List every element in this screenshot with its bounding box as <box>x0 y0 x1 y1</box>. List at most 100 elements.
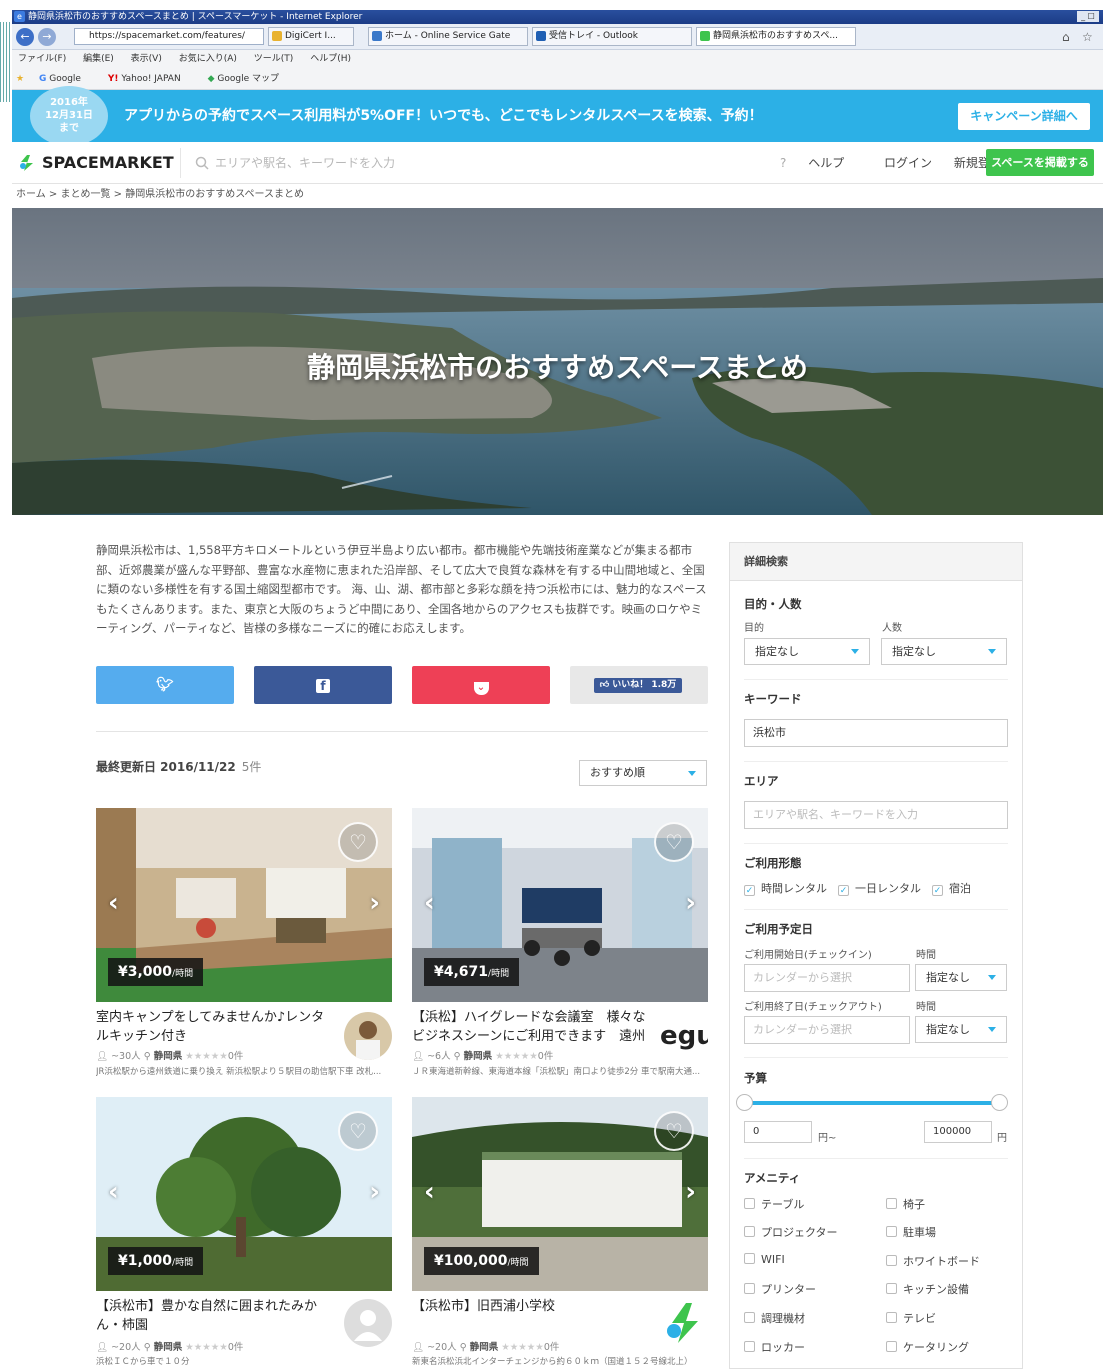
space-meta: 👤︎ ~20人 ⚲ 静岡県 ★★★★★0件 <box>412 1342 560 1353</box>
tab-favicon-icon <box>372 31 382 41</box>
usage-hourly-checkbox[interactable]: ✓ 時間レンタル <box>744 880 827 896</box>
amenity-chair-checkbox[interactable]: 椅子 <box>886 1196 925 1212</box>
browser-nav-bar: ← → https://spacemarket.com/features/ Di… <box>12 24 1103 50</box>
menu-file[interactable]: ファイル(F) <box>18 50 66 68</box>
amenity-whiteboard-checkbox[interactable]: ホワイトボード <box>886 1253 980 1269</box>
checkin-date-input[interactable]: カレンダーから選択 <box>744 964 910 992</box>
campaign-text: アプリからの予約でスペース利用料が5%OFF！いつでも、どこでもレンタルスペース… <box>124 108 763 124</box>
menu-edit[interactable]: 編集(E) <box>83 50 114 68</box>
people-select[interactable]: 指定なし <box>881 638 1007 665</box>
breadcrumb-home[interactable]: ホーム <box>16 189 46 200</box>
menu-help[interactable]: ヘルプ(H) <box>310 50 351 68</box>
help-link[interactable]: ? ヘルプ <box>780 156 862 170</box>
checkout-date-input[interactable]: カレンダーから選択 <box>744 1016 910 1044</box>
favorite-heart-icon[interactable]: ♡ <box>338 1111 378 1151</box>
budget-min-input[interactable]: 0 <box>744 1121 812 1143</box>
fav-yahoo[interactable]: Y! Yahoo! JAPAN <box>108 68 193 90</box>
amenity-catering-checkbox[interactable]: ケータリング <box>886 1339 969 1355</box>
forward-icon[interactable]: → <box>38 28 56 46</box>
budget-min-handle[interactable] <box>736 1094 753 1111</box>
list-space-button[interactable]: スペースを掲載する <box>986 149 1094 176</box>
yen-label: 円 <box>997 1133 1007 1144</box>
area-input[interactable]: エリアや駅名、キーワードを入力 <box>744 801 1008 829</box>
tab-spacemarket-active[interactable]: 静岡県浜松市のおすすめスペ... <box>696 27 856 46</box>
checkin-time-select[interactable]: 指定なし <box>915 964 1007 991</box>
home-icon[interactable]: ⌂ <box>1062 30 1070 44</box>
usage-stay-checkbox[interactable]: ✓ 宿泊 <box>932 880 971 896</box>
breadcrumb-collections[interactable]: まとめ一覧 <box>60 189 110 200</box>
divider <box>96 731 708 732</box>
fav-google-maps[interactable]: ◆ Google マップ <box>208 68 291 90</box>
menu-view[interactable]: 表示(V) <box>131 50 162 68</box>
back-icon[interactable]: ← <box>16 28 34 46</box>
amenity-cooking-checkbox[interactable]: 調理機材 <box>744 1310 805 1326</box>
divider <box>744 761 1008 762</box>
cert-indicator[interactable]: DigiCert I... <box>268 27 354 46</box>
space-photo[interactable]: ‹ › ♡ ¥1,000/時間 <box>96 1097 392 1291</box>
amenity-parking-checkbox[interactable]: 駐車場 <box>886 1224 936 1240</box>
space-photo[interactable]: ‹ › ♡ ¥3,000/時間 <box>96 808 392 1002</box>
budget-max-handle[interactable] <box>991 1094 1008 1111</box>
space-photo[interactable]: ‹ › ♡ ¥100,000/時間 <box>412 1097 708 1291</box>
login-link[interactable]: ログイン <box>884 156 932 170</box>
menu-favorites[interactable]: お気に入り(A) <box>179 50 237 68</box>
next-photo-icon[interactable]: › <box>369 888 380 918</box>
space-title[interactable]: 【浜松】ハイグレードな会議室 様々なビジネスシーンにご利用できます 遠州 <box>412 1008 652 1046</box>
favorite-heart-icon[interactable]: ♡ <box>338 822 378 862</box>
address-bar[interactable]: https://spacemarket.com/features/ <box>74 28 264 45</box>
usage-daily-checkbox[interactable]: ✓ 一日レンタル <box>838 880 921 896</box>
menu-tools[interactable]: ツール(T) <box>254 50 294 68</box>
space-photo[interactable]: ‹ › ♡ ¥4,671/時間 <box>412 808 708 1002</box>
keyword-input[interactable]: 浜松市 <box>744 719 1008 747</box>
space-card[interactable]: ‹ › ♡ ¥4,671/時間 【浜松】ハイグレードな会議室 様々なビジネスシー… <box>412 808 708 1088</box>
space-title[interactable]: 室内キャンプをしてみませんか♪レンタルキッチン付き <box>96 1008 336 1046</box>
prev-photo-icon[interactable]: ‹ <box>108 888 119 918</box>
amenity-printer-checkbox[interactable]: プリンター <box>744 1281 816 1297</box>
next-photo-icon[interactable]: › <box>685 1177 696 1207</box>
amenity-table-checkbox[interactable]: テーブル <box>744 1196 804 1212</box>
outlook-icon <box>536 31 546 41</box>
prev-photo-icon[interactable]: ‹ <box>424 888 435 918</box>
favorite-heart-icon[interactable]: ♡ <box>654 822 694 862</box>
purpose-heading: 目的・人数 <box>744 597 802 611</box>
budget-max-input[interactable]: 100000 <box>924 1121 992 1143</box>
budget-slider[interactable] <box>736 1094 1008 1111</box>
next-photo-icon[interactable]: › <box>369 1177 380 1207</box>
spacemarket-logo[interactable]: SPACEMARKET <box>18 150 174 176</box>
favorite-heart-icon[interactable]: ♡ <box>654 1111 694 1151</box>
favorites-star-icon[interactable]: ☆ <box>1082 30 1093 44</box>
checkout-time-select[interactable]: 指定なし <box>915 1016 1007 1043</box>
pocket-share-button[interactable]: ⌄ <box>412 666 550 704</box>
space-title[interactable]: 【浜松市】豊かな自然に囲まれたみかん・柿園 <box>96 1297 336 1335</box>
twitter-share-button[interactable]: 🐦︎ <box>96 666 234 704</box>
search-icon <box>195 156 209 170</box>
next-photo-icon[interactable]: › <box>685 888 696 918</box>
tab-outlook[interactable]: 受信トレイ - Outlook <box>532 27 692 46</box>
hero-title: 静岡県浜松市のおすすめスペースまとめ <box>307 351 808 384</box>
sort-select[interactable]: おすすめ順 <box>579 760 707 786</box>
space-card[interactable]: ‹ › ♡ ¥1,000/時間 【浜松市】豊かな自然に囲まれたみかん・柿園 👤︎… <box>96 1097 392 1369</box>
date-heading: ご利用予定日 <box>744 922 813 936</box>
campaign-details-button[interactable]: キャンペーン詳細へ <box>958 103 1090 130</box>
tab-online-service[interactable]: ホーム - Online Service Gate <box>368 27 528 46</box>
facebook-share-button[interactable]: f <box>254 666 392 704</box>
amenity-kitchen-checkbox[interactable]: キッチン設備 <box>886 1281 969 1297</box>
space-meta: 👤︎ ~20人 ⚲ 静岡県 ★★★★★0件 <box>96 1342 244 1353</box>
prev-photo-icon[interactable]: ‹ <box>108 1177 119 1207</box>
checkout-time-label: 時間 <box>916 1002 936 1013</box>
amenity-tv-checkbox[interactable]: テレビ <box>886 1310 936 1326</box>
site-search-input[interactable]: エリアや駅名、キーワードを入力 <box>180 148 600 178</box>
facebook-like-button[interactable]: 👍︎ いいね！ 1.8万 <box>570 666 708 704</box>
window-controls[interactable]: _ ☐ <box>1077 11 1099 22</box>
purpose-select[interactable]: 指定なし <box>744 638 870 665</box>
hero-image: 静岡県浜松市のおすすめスペースまとめ <box>12 208 1103 515</box>
prev-photo-icon[interactable]: ‹ <box>424 1177 435 1207</box>
space-card[interactable]: ‹ › ♡ ¥100,000/時間 【浜松市】旧西浦小学校 👤︎ ~20人 ⚲ … <box>412 1097 708 1369</box>
yen-from-label: 円~ <box>818 1133 837 1144</box>
amenity-locker-checkbox[interactable]: ロッカー <box>744 1339 805 1355</box>
amenity-wifi-checkbox[interactable]: WIFI <box>744 1253 785 1266</box>
amenity-projector-checkbox[interactable]: プロジェクター <box>744 1224 838 1240</box>
page: e 静岡県浜松市のおすすめスペースまとめ | スペースマーケット - Inter… <box>0 0 1103 1369</box>
space-title[interactable]: 【浜松市】旧西浦小学校 <box>412 1297 652 1316</box>
space-card[interactable]: ‹ › ♡ ¥3,000/時間 室内キャンプをしてみませんか♪レンタルキッチン付… <box>96 808 392 1088</box>
